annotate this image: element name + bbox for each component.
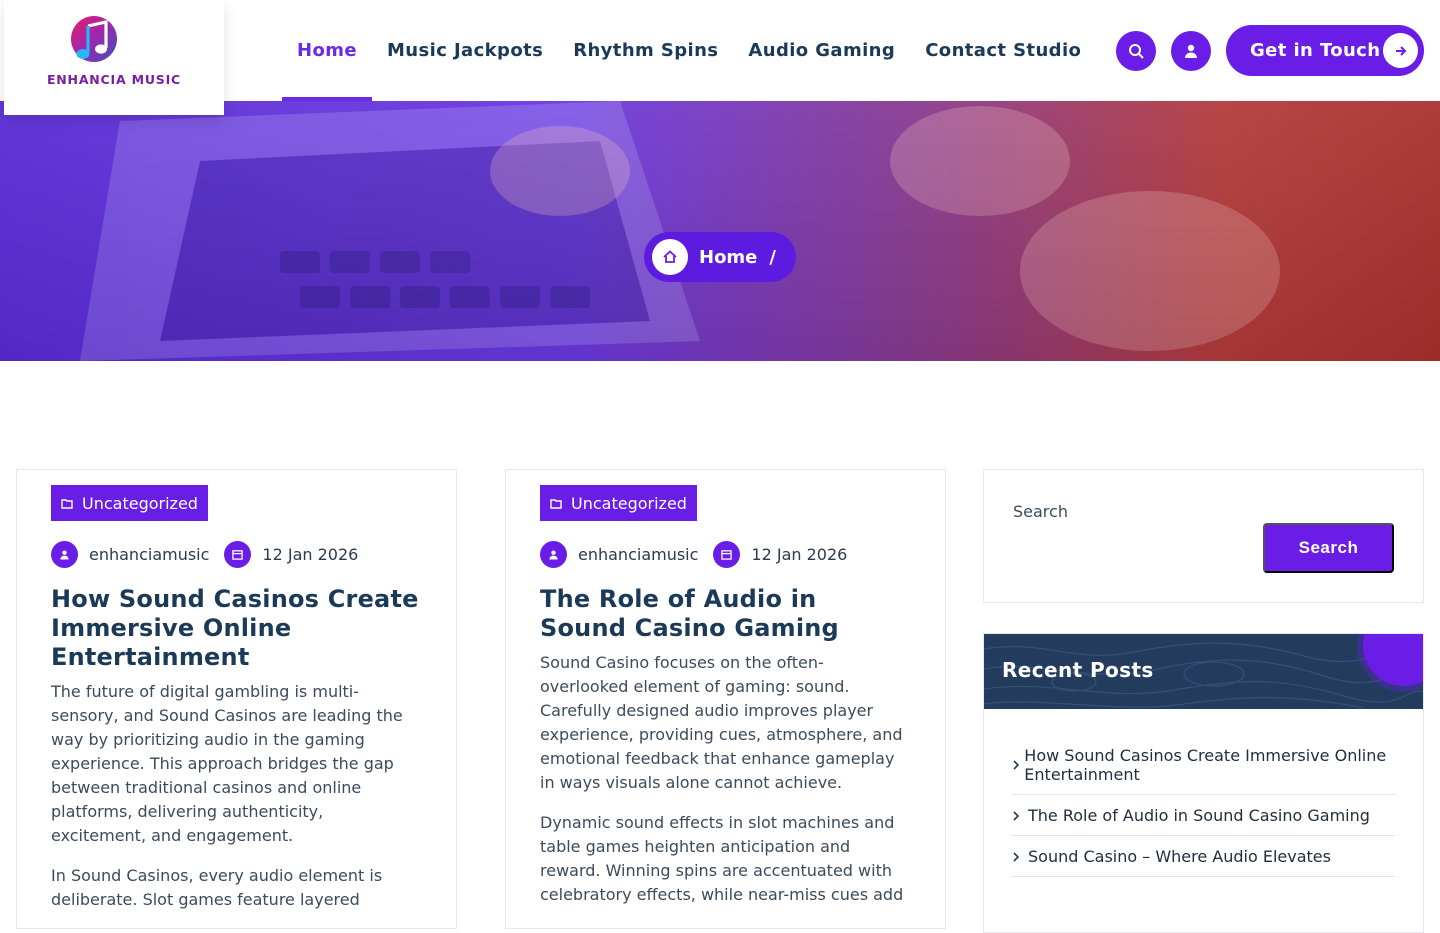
page-hero: Home / — [0, 101, 1440, 361]
search-button[interactable] — [1116, 31, 1156, 71]
post-author[interactable]: enhanciamusic — [89, 545, 209, 564]
widget-title: Recent Posts — [1002, 658, 1154, 682]
post-card: Uncategorized enhanciamusic 12 Jan 2026 … — [505, 469, 946, 929]
list-item: The Role of Audio in Sound Casino Gaming — [1012, 806, 1395, 836]
nav-rhythm-spins[interactable]: Rhythm Spins — [558, 0, 733, 101]
chevron-right-icon — [1012, 810, 1028, 822]
breadcrumb-home-link[interactable]: Home — [699, 247, 757, 268]
folder-icon — [61, 497, 73, 509]
recent-post-link[interactable]: The Role of Audio in Sound Casino Gaming — [1028, 806, 1370, 825]
category-label: Uncategorized — [82, 493, 198, 513]
account-button[interactable] — [1171, 31, 1211, 71]
breadcrumb: Home / — [644, 232, 796, 282]
search-input[interactable] — [1013, 526, 1248, 566]
arrow-right-icon — [1383, 33, 1418, 68]
nav-music-jackpots[interactable]: Music Jackpots — [372, 0, 558, 101]
chevron-right-icon — [1012, 759, 1024, 771]
get-in-touch-button[interactable]: Get in Touch — [1226, 25, 1424, 76]
post-date: 12 Jan 2026 — [751, 545, 848, 564]
post-excerpt: Sound Casino focuses on the often-overlo… — [540, 653, 903, 792]
post-title[interactable]: The Role of Audio in Sound Casino Gaming — [540, 585, 911, 643]
category-label: Uncategorized — [571, 493, 687, 513]
cta-label: Get in Touch — [1250, 40, 1381, 61]
nav-contact-studio[interactable]: Contact Studio — [910, 0, 1096, 101]
search-label: Search — [1013, 502, 1068, 521]
category-badge[interactable]: Uncategorized — [51, 485, 208, 521]
chevron-right-icon — [1012, 851, 1028, 863]
nav-home[interactable]: Home — [282, 0, 372, 101]
recent-post-link[interactable]: Sound Casino – Where Audio Elevates — [1028, 847, 1331, 866]
post-meta: enhanciamusic 12 Jan 2026 — [540, 541, 911, 568]
post-excerpt: In Sound Casinos, every audio element is… — [51, 866, 383, 909]
recent-post-link[interactable]: How Sound Casinos Create Immersive Onlin… — [1024, 746, 1395, 784]
nav-audio-gaming[interactable]: Audio Gaming — [733, 0, 910, 101]
music-note-logo-icon — [71, 16, 117, 62]
user-icon — [1185, 44, 1197, 58]
site-logo[interactable]: ENHANCIA MUSIC — [4, 0, 224, 115]
post-excerpt: The future of digital gambling is multi-… — [51, 682, 403, 845]
calendar-icon — [713, 541, 741, 568]
search-button[interactable]: Search — [1263, 523, 1394, 573]
user-icon — [51, 541, 78, 568]
post-excerpt: Dynamic sound effects in slot machines a… — [540, 813, 904, 904]
recent-posts-list: How Sound Casinos Create Immersive Onlin… — [984, 709, 1423, 877]
list-item: How Sound Casinos Create Immersive Onlin… — [1012, 746, 1395, 795]
widget-header: Recent Posts — [984, 634, 1423, 709]
user-icon — [540, 541, 567, 568]
post-meta: enhanciamusic 12 Jan 2026 — [51, 541, 422, 568]
category-badge[interactable]: Uncategorized — [540, 485, 697, 521]
post-date: 12 Jan 2026 — [262, 545, 359, 564]
list-item: Sound Casino – Where Audio Elevates — [1012, 847, 1395, 877]
post-card: Uncategorized enhanciamusic 12 Jan 2026 … — [16, 469, 457, 929]
search-widget: Search Search — [983, 469, 1424, 603]
post-title[interactable]: How Sound Casinos Create Immersive Onlin… — [51, 585, 422, 672]
main-nav: Home Music Jackpots Rhythm Spins Audio G… — [282, 0, 1096, 101]
calendar-icon — [224, 541, 252, 568]
home-icon — [652, 239, 688, 275]
folder-icon — [550, 497, 562, 509]
recent-posts-widget: Recent Posts How Sound Casinos Create Im… — [983, 633, 1424, 933]
search-icon — [1129, 44, 1144, 59]
brand-name: ENHANCIA MUSIC — [46, 72, 182, 87]
post-author[interactable]: enhanciamusic — [578, 545, 698, 564]
breadcrumb-separator: / — [769, 246, 776, 268]
